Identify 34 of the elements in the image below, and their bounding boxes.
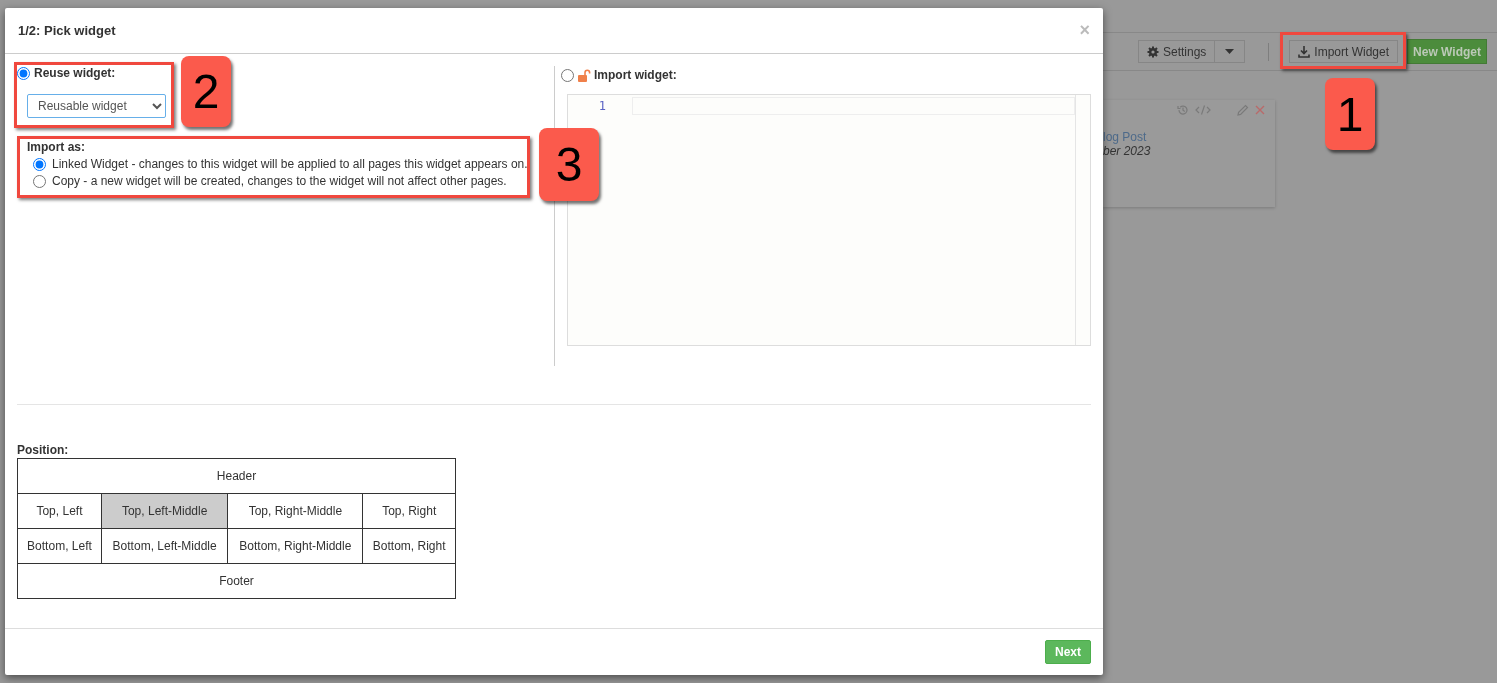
- widget-date: ber 2023: [1103, 144, 1152, 158]
- reuse-label: Reuse widget:: [34, 66, 116, 80]
- dropdown-button[interactable]: [1215, 40, 1246, 63]
- reuse-radio[interactable]: [17, 66, 30, 80]
- line-number: 1: [598, 99, 606, 113]
- position-cell[interactable]: Bottom, Left-Middle: [101, 528, 228, 564]
- settings-button[interactable]: Settings: [1138, 40, 1216, 63]
- step-badge: 1: [1325, 78, 1375, 150]
- option-label: Linked Widget - changes to this widget will be applied to all pages this widget appears on.: [52, 157, 528, 171]
- position-cell[interactable]: Bottom, Right-Middle: [227, 528, 363, 564]
- position-cell[interactable]: Top, Right-Middle: [227, 493, 363, 529]
- import-label: Import widget:: [594, 68, 677, 82]
- step-badge: 2: [181, 56, 231, 127]
- import-radio[interactable]: [561, 68, 574, 82]
- gear-icon: [1147, 45, 1159, 58]
- dialog-title: 1/2: Pick widget: [18, 23, 116, 38]
- position-cell[interactable]: Bottom, Right: [362, 528, 456, 564]
- import-widget-button[interactable]: Import Widget: [1289, 40, 1399, 63]
- position-cell[interactable]: Bottom, Left: [17, 528, 102, 564]
- position-cell[interactable]: Header: [17, 458, 456, 494]
- step-badge: 3: [539, 128, 599, 201]
- position-label: Position:: [17, 443, 69, 457]
- position-cell[interactable]: Top, Right: [362, 493, 456, 529]
- position-cell[interactable]: Footer: [17, 563, 456, 599]
- position-cell[interactable]: Top, Left-Middle: [101, 493, 228, 529]
- option-radio[interactable]: [33, 157, 46, 171]
- caret-icon: [1225, 49, 1235, 54]
- position-cell[interactable]: Top, Left: [17, 493, 102, 529]
- download-icon: [1298, 45, 1311, 58]
- option-radio[interactable]: [33, 174, 46, 188]
- widget-select[interactable]: Reusable widget: [27, 94, 166, 118]
- unlock-icon: [578, 68, 592, 82]
- import-as-label: Import as:: [27, 140, 86, 154]
- option-label: Copy - a new widget will be created, changes to the widget will not affect other pages.: [52, 174, 507, 188]
